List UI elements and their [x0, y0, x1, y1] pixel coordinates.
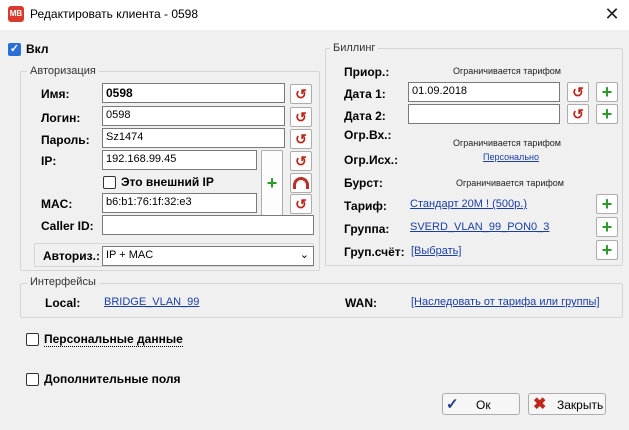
ogr-out-label: Огр.Исх.:: [344, 153, 399, 167]
prior-label: Приор.:: [344, 65, 390, 79]
burst-hint: Ограничивается тарифом: [456, 178, 564, 188]
tariff-add-button[interactable]: +: [596, 194, 618, 214]
group-account-label: Груп.счёт:: [344, 245, 405, 259]
auth-legend: Авторизация: [27, 65, 99, 77]
login-field[interactable]: 0598: [102, 106, 285, 126]
ip-reset-button[interactable]: ↺: [290, 151, 312, 171]
callerid-label: Caller ID:: [41, 219, 94, 233]
login-reset-button[interactable]: ↺: [290, 107, 312, 127]
chevron-down-icon: ⌄: [299, 249, 309, 261]
name-reset-button[interactable]: ↺: [290, 84, 312, 104]
name-label: Имя:: [41, 87, 70, 101]
wan-link[interactable]: [Наследовать от тарифа или группы]: [411, 296, 600, 308]
window-title: Редактировать клиента - 0598: [30, 7, 199, 21]
authtype-value: IP + MAC: [106, 249, 154, 261]
tariff-label: Тариф:: [344, 199, 387, 213]
date2-label: Дата 2:: [344, 109, 386, 123]
extra-fields-label: Дополнительные поля: [44, 372, 181, 386]
prior-hint: Ограничивается тарифом: [453, 66, 561, 76]
password-field[interactable]: Sz1474: [102, 128, 285, 148]
enabled-checkbox[interactable]: ✓: [8, 43, 21, 56]
date2-add-button[interactable]: +: [596, 104, 618, 124]
app-icon: МВ: [8, 6, 24, 22]
group-account-link[interactable]: [Выбрать]: [411, 245, 461, 257]
burst-label: Бурст:: [344, 176, 383, 190]
mac-label: MAC:: [41, 197, 73, 211]
authtype-select[interactable]: IP + MAC ⌄: [102, 246, 314, 266]
local-link[interactable]: BRIDGE_VLAN_99: [104, 296, 199, 308]
title-bar: МВ Редактировать клиента - 0598 ✕: [0, 0, 629, 30]
group-label: Группа:: [344, 222, 390, 236]
ogr-in-label: Огр.Вх.:: [344, 128, 392, 142]
date1-label: Дата 1:: [344, 87, 386, 101]
enabled-label: Вкл: [26, 42, 49, 56]
check-icon: ✓: [446, 396, 459, 413]
date1-reset-button[interactable]: ↺: [567, 82, 589, 102]
name-field[interactable]: 0598: [102, 83, 285, 103]
date1-add-button[interactable]: +: [596, 82, 618, 102]
login-label: Логин:: [41, 111, 81, 125]
personal-data-label: Персональные данные: [44, 332, 183, 347]
interfaces-legend: Интерфейсы: [27, 276, 99, 288]
external-ip-checkbox[interactable]: [103, 176, 116, 189]
password-reset-button[interactable]: ↺: [290, 129, 312, 149]
extra-fields-checkbox[interactable]: [26, 373, 39, 386]
ok-label: Ок: [476, 398, 491, 412]
external-ip-label: Это внешний IP: [121, 175, 214, 189]
magnet-icon: [293, 177, 309, 189]
local-label: Local:: [45, 296, 81, 310]
date2-reset-button[interactable]: ↺: [567, 104, 589, 124]
magnet-button[interactable]: [290, 173, 312, 193]
ip-add-button[interactable]: +: [261, 150, 283, 216]
ogr-out-link[interactable]: Персонально: [483, 152, 539, 162]
personal-data-checkbox[interactable]: [26, 333, 39, 346]
billing-legend: Биллинг: [330, 42, 379, 54]
group-link[interactable]: SVERD_VLAN_99_PON0_3: [410, 221, 549, 233]
ok-button[interactable]: ✓ Ок: [442, 393, 520, 415]
password-label: Пароль:: [41, 133, 90, 147]
close-label: Закрыть: [557, 398, 604, 412]
date2-field[interactable]: [408, 104, 560, 124]
authtype-label: Авториз.:: [43, 249, 100, 263]
mac-reset-button[interactable]: ↺: [290, 194, 312, 214]
close-icon[interactable]: ✕: [598, 1, 626, 27]
wan-label: WAN:: [345, 296, 377, 310]
close-button[interactable]: ✖ Закрыть: [528, 393, 606, 415]
date1-field[interactable]: 01.09.2018: [408, 82, 560, 102]
group-add-button[interactable]: +: [596, 217, 618, 237]
cancel-icon: ✖: [533, 396, 547, 413]
callerid-field[interactable]: [102, 215, 314, 235]
ogr-in-hint: Ограничивается тарифом: [453, 138, 561, 148]
group-account-add-button[interactable]: +: [596, 240, 618, 260]
mac-field[interactable]: b6:b1:76:1f:32:e3: [102, 193, 257, 213]
ip-label: IP:: [41, 154, 57, 168]
ip-field[interactable]: 192.168.99.45: [102, 150, 257, 170]
tariff-link[interactable]: Стандарт 20М ! (500р.): [410, 198, 527, 210]
